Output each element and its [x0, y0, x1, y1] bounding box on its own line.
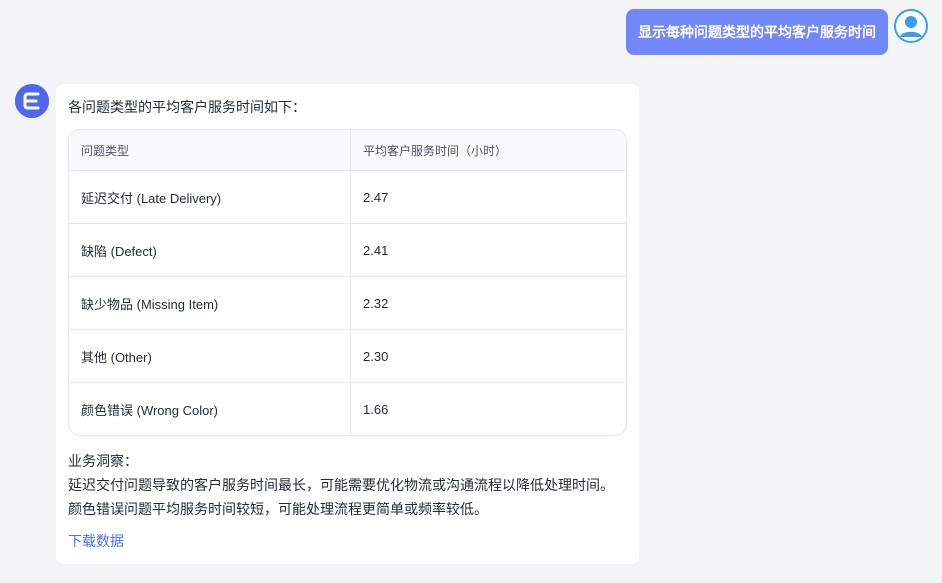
table-cell-issue-type: 其他 (Other) [69, 329, 351, 383]
table-cell-issue-type: 延迟交付 (Late Delivery) [69, 170, 351, 224]
table-cell-issue-type: 颜色错误 (Wrong Color) [69, 382, 351, 435]
table-row: 其他 (Other) 2.30 [69, 329, 626, 383]
service-time-table: 问题类型 平均客户服务时间（小时） 延迟交付 (Late Delivery) 2… [68, 129, 627, 436]
bot-logo-icon [15, 84, 49, 118]
business-insights: 业务洞察： 延迟交付问题导致的客户服务时间最长，可能需要优化物流或沟通流程以降低… [68, 449, 627, 521]
table-cell-issue-type: 缺陷 (Defect) [69, 223, 351, 277]
table-cell-avg-time: 1.66 [363, 401, 389, 417]
user-message-bubble: 显示每种问题类型的平均客户服务时间 [626, 9, 888, 55]
user-message-row: 显示每种问题类型的平均客户服务时间 [0, 9, 942, 57]
table-header-row: 问题类型 平均客户服务时间（小时） [69, 130, 626, 171]
table-row: 缺少物品 (Missing Item) 2.32 [69, 276, 626, 330]
table-row: 延迟交付 (Late Delivery) 2.47 [69, 170, 626, 224]
table-row: 颜色错误 (Wrong Color) 1.66 [69, 382, 626, 435]
table-cell-avg-time: 2.41 [350, 223, 626, 277]
bot-message-card: 各问题类型的平均客户服务时间如下： 问题类型 平均客户服务时间（小时） 延迟交付… [56, 84, 639, 564]
insight-line: 颜色错误问题平均服务时间较短，可能处理流程更简单或频率较低。 [68, 501, 488, 517]
user-avatar-icon [894, 9, 928, 43]
table-cell-avg-time: 2.32 [350, 276, 626, 330]
insight-line: 延迟交付问题导致的客户服务时间最长，可能需要优化物流或沟通流程以降低处理时间。 [68, 477, 614, 493]
download-data-link[interactable]: 下载数据 [68, 531, 124, 551]
table-cell-avg-time: 2.30 [350, 329, 626, 383]
insights-title: 业务洞察： [68, 453, 138, 469]
chat-page: 显示每种问题类型的平均客户服务时间 各问题类型的平均客户服务时间如下： 问题类型… [0, 0, 942, 583]
bot-intro-text: 各问题类型的平均客户服务时间如下： [68, 99, 306, 115]
column-header-issue-type: 问题类型 [69, 130, 351, 171]
table-row: 缺陷 (Defect) 2.41 [69, 223, 626, 277]
table-cell-issue-type: 缺少物品 (Missing Item) [69, 276, 351, 330]
column-header-avg-time: 平均客户服务时间（小时） [350, 130, 626, 171]
table-cell-avg-time: 2.47 [350, 170, 626, 224]
